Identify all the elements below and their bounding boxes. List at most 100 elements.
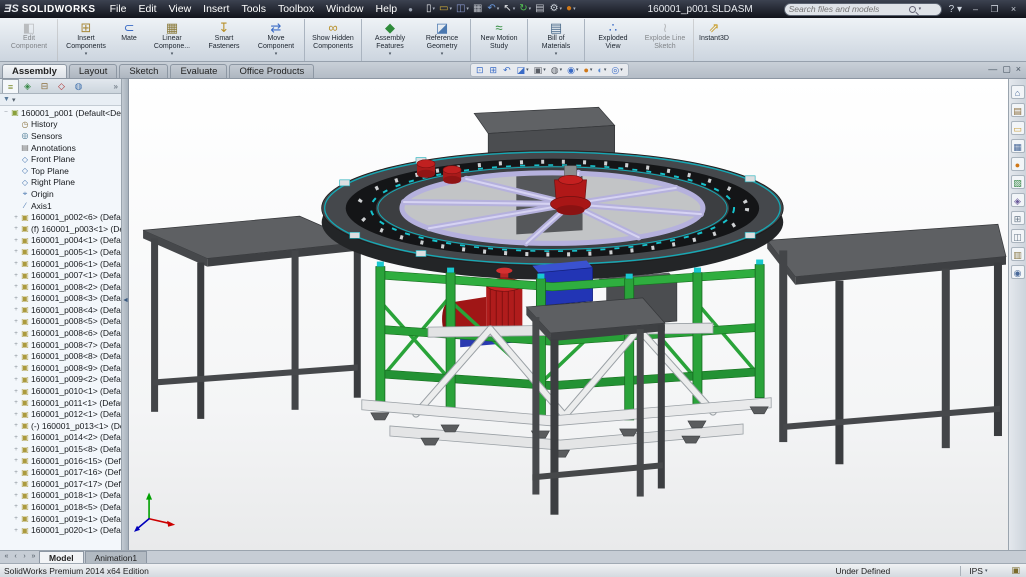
tree-item[interactable]: + ▣ 160001_p008<9> (Default — [0, 362, 121, 374]
tab-scroll-button[interactable]: « — [2, 551, 11, 563]
tree-item[interactable]: + ▣ 160001_p017<17> (Defaul — [0, 478, 121, 490]
search-input[interactable] — [788, 4, 907, 14]
configurationmanager-tab[interactable]: ⊟ — [36, 79, 53, 93]
tree-item[interactable]: + ▣ 160001_p012<1> (Default — [0, 408, 121, 420]
expander-icon[interactable]: + — [12, 295, 20, 302]
undo-button[interactable]: ↶ ▾ — [485, 1, 501, 17]
expander-icon[interactable]: + — [12, 306, 20, 313]
taskpane-extra-tab-4[interactable]: ▥ — [1010, 247, 1025, 261]
tree-item[interactable]: + ▣ 160001_p007<1> (Default — [0, 269, 121, 281]
tree-item[interactable]: + ▣ 160001_p008<6> (Default — [0, 327, 121, 339]
tree-item[interactable]: + ▣ 160001_p015<8> (Default — [0, 443, 121, 455]
assembly-3d-view[interactable] — [129, 79, 1008, 550]
panel-collapse-arrow-icon[interactable]: ◄ — [122, 297, 129, 304]
search-icon[interactable] — [908, 5, 916, 13]
taskpane-appearances-tab[interactable]: ● — [1010, 157, 1025, 171]
taskpane-custom-properties-tab[interactable]: ▧ — [1010, 175, 1025, 189]
open-button[interactable]: ▭ ▾ — [437, 1, 454, 17]
insert-components-button[interactable]: ⊞ Insert Components ▾ — [60, 19, 112, 61]
zoom-area-button[interactable]: ⊞ — [488, 65, 501, 76]
tree-item[interactable]: + ▣ 160001_p014<2> (Default — [0, 432, 121, 444]
file-properties-button[interactable]: ▤ — [533, 1, 547, 17]
expander-icon[interactable]: + — [12, 527, 20, 534]
tree-item[interactable]: + ▣ 160001_p006<1> (Default — [0, 258, 121, 270]
expander-icon[interactable]: + — [12, 318, 20, 325]
menu-item[interactable]: Toolbox — [272, 0, 320, 18]
tree-item[interactable]: ◇ Front Plane — [0, 153, 121, 165]
taskpane-extra-tab-2[interactable]: ⊞ — [1010, 211, 1025, 225]
options-button[interactable]: ⚙ ▾ — [548, 1, 564, 17]
apply-scene-button[interactable]: ◐ ▾ — [595, 65, 608, 75]
expander-icon[interactable]: + — [12, 248, 20, 255]
menu-item[interactable]: Tools — [235, 0, 272, 18]
expander-icon[interactable]: + — [12, 422, 20, 429]
tab-assembly[interactable]: Assembly — [2, 64, 67, 78]
expander-icon[interactable]: + — [12, 225, 20, 232]
zoom-fit-button[interactable]: ⊡ — [474, 65, 487, 76]
new-document-button[interactable]: ▯ ▾ — [424, 1, 437, 17]
taskpane-extra-tab-3[interactable]: ◫ — [1010, 229, 1025, 243]
tab-scroll-button[interactable]: › — [20, 551, 29, 563]
tree-item[interactable]: ⌖ Origin — [0, 188, 121, 200]
expander-icon[interactable]: + — [12, 388, 20, 395]
doc-close-button[interactable]: × — [1016, 64, 1021, 75]
taskpane-extra-tab-1[interactable]: ◈ — [1010, 193, 1025, 207]
menu-item[interactable]: Insert — [197, 0, 235, 18]
tree-item[interactable]: ◇ Right Plane — [0, 177, 121, 189]
view-settings-button[interactable]: ◎ ▾ — [609, 65, 624, 76]
maximize-button[interactable]: ❐ — [988, 4, 1001, 15]
instant3d-button[interactable]: ⇗ Instant3D — [696, 19, 732, 61]
expander-icon[interactable]: + — [12, 283, 20, 290]
tab-scroll-button[interactable]: » — [29, 551, 38, 563]
filter-icon[interactable]: ▼ — [3, 96, 10, 103]
taskpane-resources-tab[interactable]: ⌂ — [1010, 85, 1025, 99]
assembly-features-button[interactable]: ◆ Assembly Features ▾ — [364, 19, 416, 61]
help-button[interactable]: ? ▾ — [949, 4, 962, 15]
tree-item[interactable]: + ▣ 160001_p008<8> (Default — [0, 350, 121, 362]
taskpane-view-palette-tab[interactable]: ▦ — [1010, 139, 1025, 153]
expander-icon[interactable]: + — [12, 364, 20, 371]
menu-item[interactable]: Help — [370, 0, 404, 18]
expander-icon[interactable]: + — [12, 492, 20, 499]
tree-item[interactable]: + ▣ 160001_p018<1> (Default — [0, 490, 121, 502]
dimxpertmanager-tab[interactable]: ◇ — [53, 79, 70, 93]
rebuild-button[interactable]: ↻ ▾ — [517, 1, 533, 17]
tree-item[interactable]: + ▣ 160001_p016<15> (Defaul — [0, 455, 121, 467]
tree-item[interactable]: ∕ Axis1 — [0, 200, 121, 212]
tree-item[interactable]: + ▣ (-) 160001_p013<1> (Defa — [0, 420, 121, 432]
doc-minimize-button[interactable]: — — [988, 64, 997, 75]
menu-item[interactable]: View — [163, 0, 198, 18]
animation-tab[interactable]: Animation1 — [84, 551, 148, 563]
minimize-button[interactable]: – — [969, 4, 982, 15]
linear-component-pattern-button[interactable]: ▦ Linear Compone... ▾ — [146, 19, 198, 61]
tab-scroll-button[interactable]: ‹ — [11, 551, 20, 563]
smart-fasteners-button[interactable]: ↧ Smart Fasteners — [198, 19, 250, 61]
model-tab[interactable]: Model — [39, 551, 84, 563]
expander-icon[interactable]: + — [12, 376, 20, 383]
tree-item[interactable]: ◇ Top Plane — [0, 165, 121, 177]
new-motion-study-button[interactable]: ≈ New Motion Study — [473, 19, 528, 61]
show-hidden-components-button[interactable]: ∞ Show Hidden Components — [307, 19, 362, 61]
expander-icon[interactable]: + — [12, 411, 20, 418]
explode-line-sketch-button[interactable]: ≀ Explode Line Sketch — [639, 19, 694, 61]
tree-item[interactable]: + ▣ (f) 160001_p003<1> (Defa — [0, 223, 121, 235]
reference-geometry-button[interactable]: ◪ Reference Geometry ▾ — [416, 19, 471, 61]
expander-icon[interactable]: + — [12, 446, 20, 453]
exploded-view-button[interactable]: ∴ Exploded View — [587, 19, 639, 61]
search-box[interactable]: ▾ — [783, 2, 942, 16]
tree-item[interactable]: + ▣ 160001_p008<7> (Default — [0, 339, 121, 351]
tree-item[interactable]: + ▣ 160001_p010<1> (Default — [0, 385, 121, 397]
tree-item[interactable]: + ▣ 160001_p008<3> (Default — [0, 293, 121, 305]
panel-overflow-chevron[interactable]: » — [114, 82, 121, 91]
tree-item[interactable]: + ▣ 160001_p008<5> (Default — [0, 316, 121, 328]
hide-show-items-button[interactable]: ◉ ▾ — [565, 65, 580, 76]
expander-icon[interactable]: + — [12, 272, 20, 279]
featuremanager-tab[interactable]: ≡ — [2, 79, 19, 93]
print-button[interactable]: ▦ — [471, 1, 485, 17]
tree-item[interactable]: + ▣ 160001_p002<6> (Default — [0, 211, 121, 223]
tab-evaluate[interactable]: Evaluate — [170, 64, 228, 78]
close-button[interactable]: × — [1007, 4, 1020, 15]
taskpane-extra-tab-5[interactable]: ◉ — [1010, 265, 1025, 279]
expander-icon[interactable]: + — [12, 480, 20, 487]
graphics-viewport[interactable] — [129, 79, 1008, 550]
